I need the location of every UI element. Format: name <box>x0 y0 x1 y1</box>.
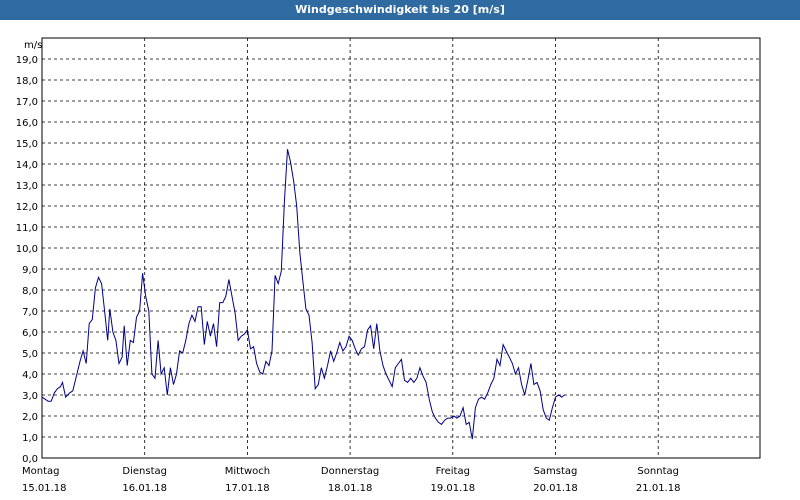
y-tick-label: 16,0 <box>16 118 38 129</box>
plot-frame <box>41 37 761 459</box>
y-tick-label: 19,0 <box>16 55 38 66</box>
y-tick-label: 13,0 <box>16 181 38 192</box>
x-tick-date-label: 15.01.18 <box>22 483 67 494</box>
x-tick-day-label: Montag <box>22 466 59 477</box>
y-tick-label: 3,0 <box>22 391 38 402</box>
x-tick-date-label: 16.01.18 <box>122 483 167 494</box>
window-title: Windgeschwindigkeit bis 20 [m/s] <box>0 0 800 20</box>
y-tick-label: 8,0 <box>22 286 38 297</box>
x-tick-day-label: Mittwoch <box>225 466 270 477</box>
y-tick-label: 6,0 <box>22 328 38 339</box>
x-tick-date-label: 17.01.18 <box>225 483 270 494</box>
x-tick-day-label: Sonntag <box>637 466 679 477</box>
y-tick-label: 5,0 <box>22 349 38 360</box>
x-tick-labels: Montag 15.01.18 Dienstag 16.01.18 Mittwoch 17… <box>22 466 680 494</box>
chart-grid <box>42 38 760 458</box>
y-tick-label: 12,0 <box>16 202 38 213</box>
y-tick-label: 2,0 <box>22 412 38 423</box>
x-tick-date-label: 21.01.18 <box>636 483 681 494</box>
x-tick-day-label: Samstag <box>534 466 578 477</box>
y-tick-label: 9,0 <box>22 265 38 276</box>
x-tick-date-label: 19.01.18 <box>431 483 476 494</box>
y-tick-label: 4,0 <box>22 370 38 381</box>
y-tick-label: 7,0 <box>22 307 38 318</box>
y-tick-label: 0,0 <box>22 454 38 465</box>
x-tick-day-label: Dienstag <box>122 466 167 477</box>
y-tick-label: 14,0 <box>16 160 38 171</box>
series-line-wind-speed <box>41 149 565 440</box>
x-tick-date-label: 18.01.18 <box>328 483 373 494</box>
wind-speed-chart: m/s 0,0 1,0 2,0 3,0 4,0 5,0 6,0 7,0 8,0 9,0 10,0 11… <box>16 37 761 494</box>
x-tick-day-label: Freitag <box>436 466 470 477</box>
y-tick-label: 17,0 <box>16 97 38 108</box>
y-tick-label: 1,0 <box>22 433 38 444</box>
x-tick-date-label: 20.01.18 <box>533 483 578 494</box>
y-tick-label: 15,0 <box>16 139 38 150</box>
y-tick-label: 11,0 <box>16 223 38 234</box>
y-axis-unit-label: m/s <box>24 40 42 51</box>
x-tick-day-label: Donnerstag <box>321 466 379 477</box>
y-tick-label: 18,0 <box>16 76 38 87</box>
y-tick-labels: 0,0 1,0 2,0 3,0 4,0 5,0 6,0 7,0 8,0 9,0 10,0 11,0 12… <box>16 55 38 465</box>
y-tick-label: 10,0 <box>16 244 38 255</box>
